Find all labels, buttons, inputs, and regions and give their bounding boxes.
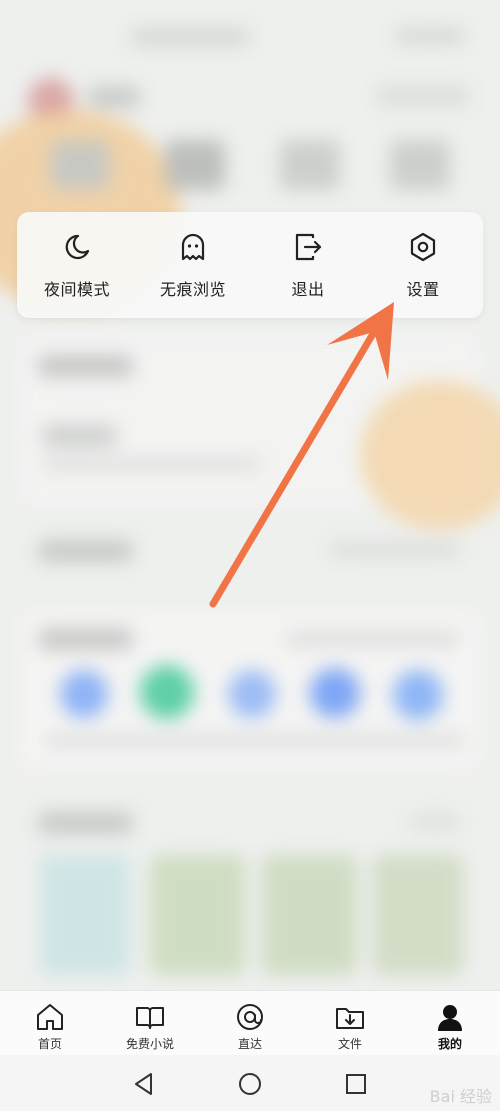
bg-top-icons — [375, 86, 470, 106]
bg-book-1 — [40, 855, 130, 975]
bg-card-4-more — [410, 815, 460, 829]
bg-shortcut-4 — [390, 140, 450, 190]
incognito-label: 无痕浏览 — [159, 280, 226, 299]
bg-status-bar — [130, 28, 250, 46]
bg-card-4-title — [38, 812, 133, 834]
bg-book-2 — [150, 855, 245, 975]
ghost-icon — [181, 233, 205, 261]
tab-novels-label: 免费小说 — [125, 1037, 174, 1051]
house-icon — [37, 1004, 63, 1030]
bg-card-2-more — [330, 543, 460, 557]
bg-app-icon-1 — [60, 670, 108, 718]
bg-app-labels — [45, 735, 465, 747]
bg-username — [88, 86, 140, 108]
back-triangle-icon[interactable] — [129, 1069, 159, 1099]
system-navigation-bar: Bai 经验 — [0, 1055, 500, 1111]
recents-square-icon[interactable] — [341, 1069, 371, 1099]
settings-label: 设置 — [406, 280, 440, 299]
bg-app-icon-2 — [140, 665, 194, 719]
bg-shortcut-3 — [280, 140, 340, 190]
tab-mine[interactable]: 我的 — [400, 997, 500, 1055]
tab-home-label: 首页 — [37, 1037, 62, 1051]
settings-button[interactable]: 设置 — [365, 230, 481, 310]
logout-button[interactable]: 退出 — [250, 230, 366, 310]
bottom-tab-bar: 首页 免费小说 直达 文件 我的 — [0, 990, 500, 1056]
tab-novels[interactable]: 免费小说 — [100, 997, 200, 1055]
watermark: Bai 经验 — [429, 1087, 492, 1106]
bg-shortcut-2 — [165, 140, 225, 190]
night-mode-button[interactable]: 夜间模式 — [19, 230, 135, 310]
bg-card-1-title — [38, 355, 133, 377]
at-sign-icon — [237, 1004, 263, 1030]
screen: 夜间模式 无痕浏览 退出 设置 首页 免费小说 直达 文件 我的 Bai 经验 — [0, 0, 500, 1111]
tab-files[interactable]: 文件 — [300, 997, 400, 1055]
home-circle-icon[interactable] — [235, 1069, 265, 1099]
hexagon-gear-icon — [410, 232, 436, 262]
bg-shortcut-1 — [50, 140, 110, 190]
user-icon — [438, 1005, 462, 1031]
bg-decoration-warm-2 — [360, 380, 500, 530]
night-mode-label: 夜间模式 — [43, 280, 110, 299]
bg-app-icon-4 — [310, 668, 360, 718]
bg-app-icon-5 — [393, 670, 443, 720]
bg-app-icon-3 — [228, 670, 276, 718]
download-folder-icon — [336, 1008, 364, 1029]
bg-card-2-title — [38, 540, 133, 562]
open-book-icon — [136, 1007, 164, 1029]
bg-card-1-line — [42, 425, 117, 447]
bg-book-3 — [262, 855, 357, 975]
bg-book-4 — [373, 855, 463, 975]
bg-status-right — [395, 28, 465, 44]
tab-direct-label: 直达 — [237, 1037, 262, 1051]
blurred-background — [0, 0, 500, 990]
tab-mine-label: 我的 — [437, 1037, 462, 1051]
bg-card-3-more — [285, 632, 460, 646]
tab-files-label: 文件 — [337, 1037, 362, 1051]
tab-home[interactable]: 首页 — [0, 997, 100, 1055]
bg-card-3-title — [38, 628, 133, 650]
incognito-button[interactable]: 无痕浏览 — [135, 230, 251, 310]
tab-direct[interactable]: 直达 — [200, 997, 300, 1055]
logout-label: 退出 — [291, 280, 325, 299]
quick-actions-panel: 夜间模式 无痕浏览 退出 设置 — [17, 212, 483, 318]
bg-card-1-line2 — [42, 458, 262, 470]
exit-icon — [295, 233, 322, 261]
moon-icon — [65, 234, 90, 260]
